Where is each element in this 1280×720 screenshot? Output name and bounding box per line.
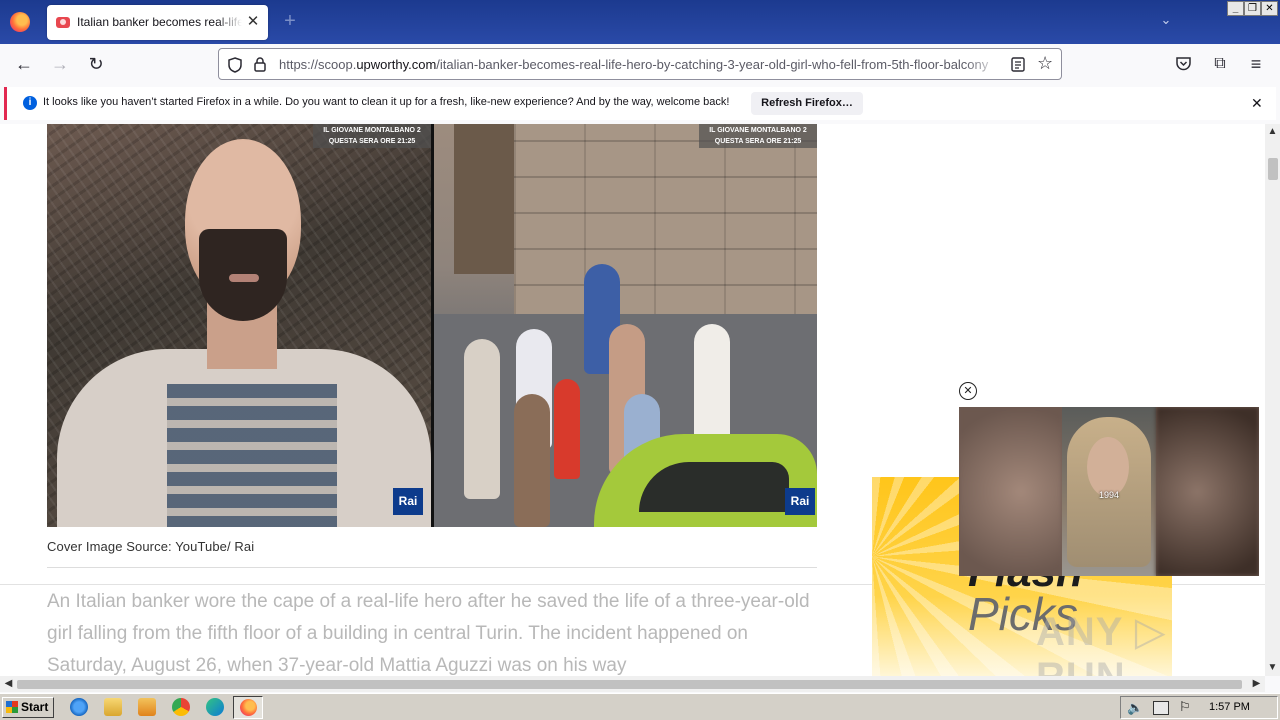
- cover-image: IL GIOVANE MONTALBANO 2 QUESTA SERA ORE …: [47, 124, 817, 527]
- video-blur-right: [1156, 407, 1259, 576]
- horizontal-scrollbar[interactable]: ◀ ▶: [0, 676, 1265, 692]
- hamburger-menu-icon[interactable]: ≡: [1245, 53, 1267, 75]
- caption-divider: [47, 567, 817, 568]
- bookmark-star-icon[interactable]: ☆: [1037, 53, 1053, 74]
- vertical-scrollbar[interactable]: ▲ ▼: [1265, 124, 1280, 676]
- tab-active[interactable]: Italian banker becomes real-life hero by…: [47, 5, 268, 40]
- network-icon[interactable]: [1153, 701, 1169, 715]
- bystander: [554, 379, 580, 479]
- image-caption: Cover Image Source: YouTube/ Rai: [47, 539, 255, 554]
- bystander: [514, 394, 550, 527]
- start-button[interactable]: Start: [2, 697, 54, 718]
- minimize-window-icon[interactable]: _: [1227, 1, 1244, 16]
- pocket-icon[interactable]: [1175, 56, 1192, 71]
- video-person-face: [1087, 437, 1129, 497]
- video-blur-left: [959, 407, 1062, 576]
- reload-icon[interactable]: ↻: [85, 53, 107, 75]
- notification-message: It looks like you haven’t started Firefo…: [43, 96, 730, 108]
- chrome-icon[interactable]: [172, 698, 190, 716]
- article-body: An Italian banker wore the cape of a rea…: [47, 591, 810, 676]
- firefox-logo-icon[interactable]: [10, 12, 30, 32]
- tv-overlay-tag: IL GIOVANE MONTALBANO 2 QUESTA SERA ORE …: [313, 124, 431, 148]
- action-center-flag-icon[interactable]: ⚐: [1179, 699, 1191, 715]
- scroll-right-arrow-icon[interactable]: ▶: [1249, 678, 1264, 689]
- url-path: /italian-banker-becomes-real-life-hero-b…: [436, 57, 989, 72]
- rescue-scene-photo: IL GIOVANE MONTALBANO 2 QUESTA SERA ORE …: [434, 124, 817, 527]
- tab-list-chevron-icon[interactable]: ⌄: [1157, 12, 1175, 30]
- rai-logo: Rai: [785, 488, 815, 515]
- video-year-label: 1994: [1098, 490, 1120, 500]
- bystander: [694, 324, 730, 444]
- taskbar-clock[interactable]: 1:57 PM: [1209, 701, 1250, 713]
- tv-overlay-line1: IL GIOVANE MONTALBANO 2: [709, 127, 807, 134]
- edge-icon[interactable]: [206, 698, 224, 716]
- tab-strip: Italian banker becomes real-life hero by…: [0, 0, 1280, 44]
- car-window: [639, 462, 789, 512]
- upworthy-favicon-icon: [56, 17, 70, 28]
- forward-arrow-icon[interactable]: →: [49, 53, 71, 75]
- building-door: [454, 124, 514, 274]
- restore-window-icon[interactable]: ❐: [1244, 1, 1261, 16]
- floating-video-player[interactable]: 1994: [959, 407, 1259, 576]
- anyrun-watermark: ANY ▷ RUN: [1036, 610, 1167, 676]
- extensions-puzzle-icon[interactable]: ⧉: [1209, 53, 1231, 75]
- page-content: IL GIOVANE MONTALBANO 2 QUESTA SERA ORE …: [0, 124, 1265, 676]
- windows-taskbar: Start 🔈 ⚐ 1:57 PM: [0, 693, 1280, 720]
- url-prefix: https://scoop.: [279, 57, 357, 72]
- close-window-icon[interactable]: ✕: [1261, 1, 1278, 16]
- shirt-flag-print: [167, 384, 337, 527]
- padlock-icon[interactable]: [254, 57, 266, 72]
- tab-close-icon[interactable]: ✕: [244, 13, 262, 31]
- navigation-toolbar: ← → ↻ https://scoop.upworthy.com/italian…: [0, 44, 1280, 84]
- tv-overlay-tag: IL GIOVANE MONTALBANO 2 QUESTA SERA ORE …: [699, 124, 817, 148]
- scroll-down-arrow-icon[interactable]: ▼: [1265, 662, 1280, 673]
- url-bar[interactable]: https://scoop.upworthy.com/italian-banke…: [218, 48, 1062, 80]
- rai-logo: Rai: [393, 488, 423, 515]
- tv-overlay-line1: IL GIOVANE MONTALBANO 2: [323, 127, 421, 134]
- info-icon: i: [23, 96, 37, 110]
- new-tab-plus-icon[interactable]: +: [280, 11, 300, 31]
- vertical-scroll-thumb[interactable]: [1268, 158, 1278, 180]
- reader-view-icon[interactable]: [1011, 57, 1025, 72]
- tv-overlay-line2: QUESTA SERA ORE 21:25: [714, 138, 802, 145]
- horizontal-scroll-thumb[interactable]: [17, 680, 1242, 689]
- file-explorer-icon[interactable]: [104, 698, 122, 716]
- tracking-shield-icon[interactable]: [228, 57, 242, 73]
- bystander: [464, 339, 500, 499]
- media-player-icon[interactable]: [138, 698, 156, 716]
- internet-explorer-icon[interactable]: [70, 698, 88, 716]
- tab-title: Italian banker becomes real-life hero by…: [77, 15, 242, 29]
- back-arrow-icon[interactable]: ←: [13, 53, 35, 75]
- system-tray: 🔈 ⚐ 1:57 PM: [1120, 696, 1278, 719]
- taskbar-firefox-button[interactable]: [233, 696, 263, 719]
- video-close-icon[interactable]: ✕: [959, 382, 977, 400]
- refresh-firefox-button[interactable]: Refresh Firefox…: [751, 92, 863, 115]
- scroll-left-arrow-icon[interactable]: ◀: [1, 678, 16, 689]
- mouth: [229, 274, 259, 282]
- notification-bar: i It looks like you haven’t started Fire…: [4, 87, 1276, 120]
- url-text[interactable]: https://scoop.upworthy.com/italian-banke…: [279, 57, 1001, 72]
- firefox-icon: [240, 699, 257, 716]
- url-domain: upworthy.com: [356, 57, 437, 72]
- tv-overlay-line2: QUESTA SERA ORE 21:25: [328, 138, 416, 145]
- banker-portrait-photo: IL GIOVANE MONTALBANO 2 QUESTA SERA ORE …: [47, 124, 431, 527]
- notification-close-icon[interactable]: ✕: [1251, 95, 1263, 112]
- volume-icon[interactable]: 🔈: [1127, 700, 1143, 716]
- scroll-up-arrow-icon[interactable]: ▲: [1265, 126, 1280, 137]
